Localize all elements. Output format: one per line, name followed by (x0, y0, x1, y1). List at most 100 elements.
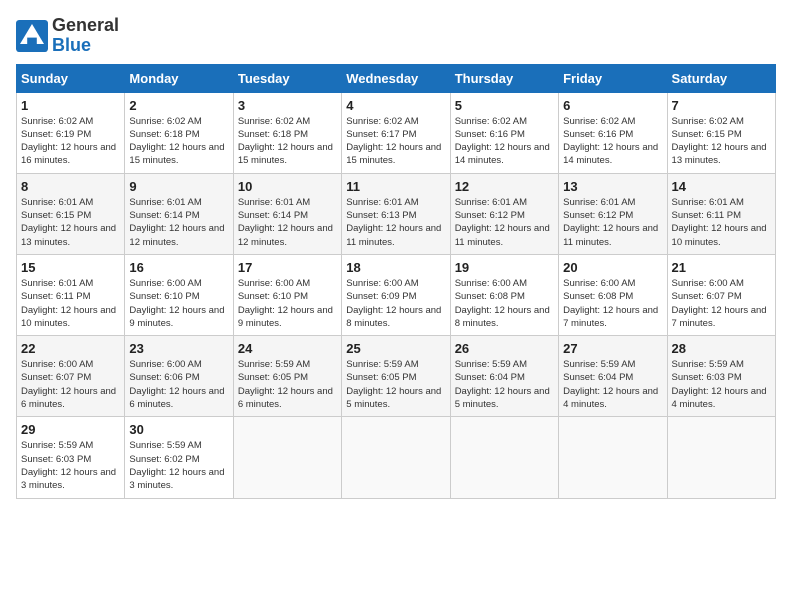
calendar-cell: 24 Sunrise: 5:59 AM Sunset: 6:05 PM Dayl… (233, 336, 341, 417)
day-header-thursday: Thursday (450, 64, 558, 92)
day-info: Sunrise: 6:01 AM Sunset: 6:14 PM Dayligh… (238, 196, 337, 249)
calendar-cell: 10 Sunrise: 6:01 AM Sunset: 6:14 PM Dayl… (233, 173, 341, 254)
day-info: Sunrise: 5:59 AM Sunset: 6:03 PM Dayligh… (672, 358, 771, 411)
day-info: Sunrise: 5:59 AM Sunset: 6:03 PM Dayligh… (21, 439, 120, 492)
day-info: Sunrise: 6:02 AM Sunset: 6:15 PM Dayligh… (672, 115, 771, 168)
day-info: Sunrise: 6:01 AM Sunset: 6:11 PM Dayligh… (672, 196, 771, 249)
calendar-cell: 3 Sunrise: 6:02 AM Sunset: 6:18 PM Dayli… (233, 92, 341, 173)
calendar-cell: 21 Sunrise: 6:00 AM Sunset: 6:07 PM Dayl… (667, 254, 775, 335)
calendar-cell: 22 Sunrise: 6:00 AM Sunset: 6:07 PM Dayl… (17, 336, 125, 417)
calendar-table: SundayMondayTuesdayWednesdayThursdayFrid… (16, 64, 776, 499)
day-info: Sunrise: 6:00 AM Sunset: 6:09 PM Dayligh… (346, 277, 445, 330)
logo: GeneralBlue (16, 16, 119, 56)
calendar-cell: 18 Sunrise: 6:00 AM Sunset: 6:09 PM Dayl… (342, 254, 450, 335)
day-number: 26 (455, 341, 554, 356)
calendar-cell: 29 Sunrise: 5:59 AM Sunset: 6:03 PM Dayl… (17, 417, 125, 498)
calendar-cell: 28 Sunrise: 5:59 AM Sunset: 6:03 PM Dayl… (667, 336, 775, 417)
calendar-cell: 1 Sunrise: 6:02 AM Sunset: 6:19 PM Dayli… (17, 92, 125, 173)
calendar-cell (559, 417, 667, 498)
calendar-cell: 12 Sunrise: 6:01 AM Sunset: 6:12 PM Dayl… (450, 173, 558, 254)
calendar-cell: 30 Sunrise: 5:59 AM Sunset: 6:02 PM Dayl… (125, 417, 233, 498)
calendar-cell: 13 Sunrise: 6:01 AM Sunset: 6:12 PM Dayl… (559, 173, 667, 254)
day-info: Sunrise: 5:59 AM Sunset: 6:04 PM Dayligh… (563, 358, 662, 411)
day-info: Sunrise: 6:02 AM Sunset: 6:18 PM Dayligh… (238, 115, 337, 168)
day-number: 8 (21, 179, 120, 194)
day-info: Sunrise: 5:59 AM Sunset: 6:02 PM Dayligh… (129, 439, 228, 492)
day-number: 18 (346, 260, 445, 275)
calendar-cell: 11 Sunrise: 6:01 AM Sunset: 6:13 PM Dayl… (342, 173, 450, 254)
calendar-cell: 16 Sunrise: 6:00 AM Sunset: 6:10 PM Dayl… (125, 254, 233, 335)
day-number: 14 (672, 179, 771, 194)
day-number: 21 (672, 260, 771, 275)
day-number: 23 (129, 341, 228, 356)
day-info: Sunrise: 6:01 AM Sunset: 6:15 PM Dayligh… (21, 196, 120, 249)
day-info: Sunrise: 5:59 AM Sunset: 6:05 PM Dayligh… (346, 358, 445, 411)
calendar-cell: 17 Sunrise: 6:00 AM Sunset: 6:10 PM Dayl… (233, 254, 341, 335)
day-number: 13 (563, 179, 662, 194)
day-header-wednesday: Wednesday (342, 64, 450, 92)
calendar-cell: 8 Sunrise: 6:01 AM Sunset: 6:15 PM Dayli… (17, 173, 125, 254)
calendar-cell: 25 Sunrise: 5:59 AM Sunset: 6:05 PM Dayl… (342, 336, 450, 417)
day-info: Sunrise: 6:00 AM Sunset: 6:07 PM Dayligh… (21, 358, 120, 411)
calendar-cell (233, 417, 341, 498)
day-info: Sunrise: 6:01 AM Sunset: 6:13 PM Dayligh… (346, 196, 445, 249)
day-info: Sunrise: 6:02 AM Sunset: 6:19 PM Dayligh… (21, 115, 120, 168)
day-header-friday: Friday (559, 64, 667, 92)
day-info: Sunrise: 6:00 AM Sunset: 6:08 PM Dayligh… (563, 277, 662, 330)
day-info: Sunrise: 6:02 AM Sunset: 6:17 PM Dayligh… (346, 115, 445, 168)
calendar-cell: 6 Sunrise: 6:02 AM Sunset: 6:16 PM Dayli… (559, 92, 667, 173)
day-info: Sunrise: 5:59 AM Sunset: 6:04 PM Dayligh… (455, 358, 554, 411)
calendar-cell: 2 Sunrise: 6:02 AM Sunset: 6:18 PM Dayli… (125, 92, 233, 173)
day-number: 11 (346, 179, 445, 194)
day-number: 10 (238, 179, 337, 194)
calendar-cell: 14 Sunrise: 6:01 AM Sunset: 6:11 PM Dayl… (667, 173, 775, 254)
logo-text: GeneralBlue (52, 16, 119, 56)
day-number: 27 (563, 341, 662, 356)
calendar-cell: 7 Sunrise: 6:02 AM Sunset: 6:15 PM Dayli… (667, 92, 775, 173)
calendar-cell (342, 417, 450, 498)
day-number: 20 (563, 260, 662, 275)
day-header-saturday: Saturday (667, 64, 775, 92)
day-number: 1 (21, 98, 120, 113)
day-number: 4 (346, 98, 445, 113)
day-number: 3 (238, 98, 337, 113)
day-number: 6 (563, 98, 662, 113)
day-number: 30 (129, 422, 228, 437)
day-header-sunday: Sunday (17, 64, 125, 92)
day-number: 9 (129, 179, 228, 194)
calendar-cell: 19 Sunrise: 6:00 AM Sunset: 6:08 PM Dayl… (450, 254, 558, 335)
day-number: 24 (238, 341, 337, 356)
day-info: Sunrise: 6:00 AM Sunset: 6:06 PM Dayligh… (129, 358, 228, 411)
day-number: 5 (455, 98, 554, 113)
day-number: 29 (21, 422, 120, 437)
day-info: Sunrise: 6:00 AM Sunset: 6:10 PM Dayligh… (129, 277, 228, 330)
day-number: 25 (346, 341, 445, 356)
calendar-cell: 27 Sunrise: 5:59 AM Sunset: 6:04 PM Dayl… (559, 336, 667, 417)
day-number: 22 (21, 341, 120, 356)
calendar-cell: 15 Sunrise: 6:01 AM Sunset: 6:11 PM Dayl… (17, 254, 125, 335)
calendar-cell: 4 Sunrise: 6:02 AM Sunset: 6:17 PM Dayli… (342, 92, 450, 173)
day-number: 28 (672, 341, 771, 356)
day-info: Sunrise: 6:02 AM Sunset: 6:18 PM Dayligh… (129, 115, 228, 168)
logo-icon (16, 20, 48, 52)
day-header-monday: Monday (125, 64, 233, 92)
day-number: 7 (672, 98, 771, 113)
calendar-cell (667, 417, 775, 498)
day-info: Sunrise: 6:02 AM Sunset: 6:16 PM Dayligh… (455, 115, 554, 168)
calendar-cell: 5 Sunrise: 6:02 AM Sunset: 6:16 PM Dayli… (450, 92, 558, 173)
calendar-cell: 20 Sunrise: 6:00 AM Sunset: 6:08 PM Dayl… (559, 254, 667, 335)
calendar-cell: 23 Sunrise: 6:00 AM Sunset: 6:06 PM Dayl… (125, 336, 233, 417)
day-info: Sunrise: 6:00 AM Sunset: 6:08 PM Dayligh… (455, 277, 554, 330)
calendar-cell (450, 417, 558, 498)
day-info: Sunrise: 6:02 AM Sunset: 6:16 PM Dayligh… (563, 115, 662, 168)
day-info: Sunrise: 6:00 AM Sunset: 6:10 PM Dayligh… (238, 277, 337, 330)
calendar-cell: 26 Sunrise: 5:59 AM Sunset: 6:04 PM Dayl… (450, 336, 558, 417)
day-number: 12 (455, 179, 554, 194)
day-info: Sunrise: 5:59 AM Sunset: 6:05 PM Dayligh… (238, 358, 337, 411)
calendar-cell: 9 Sunrise: 6:01 AM Sunset: 6:14 PM Dayli… (125, 173, 233, 254)
day-info: Sunrise: 6:01 AM Sunset: 6:12 PM Dayligh… (563, 196, 662, 249)
day-info: Sunrise: 6:00 AM Sunset: 6:07 PM Dayligh… (672, 277, 771, 330)
day-info: Sunrise: 6:01 AM Sunset: 6:11 PM Dayligh… (21, 277, 120, 330)
day-number: 15 (21, 260, 120, 275)
day-number: 16 (129, 260, 228, 275)
